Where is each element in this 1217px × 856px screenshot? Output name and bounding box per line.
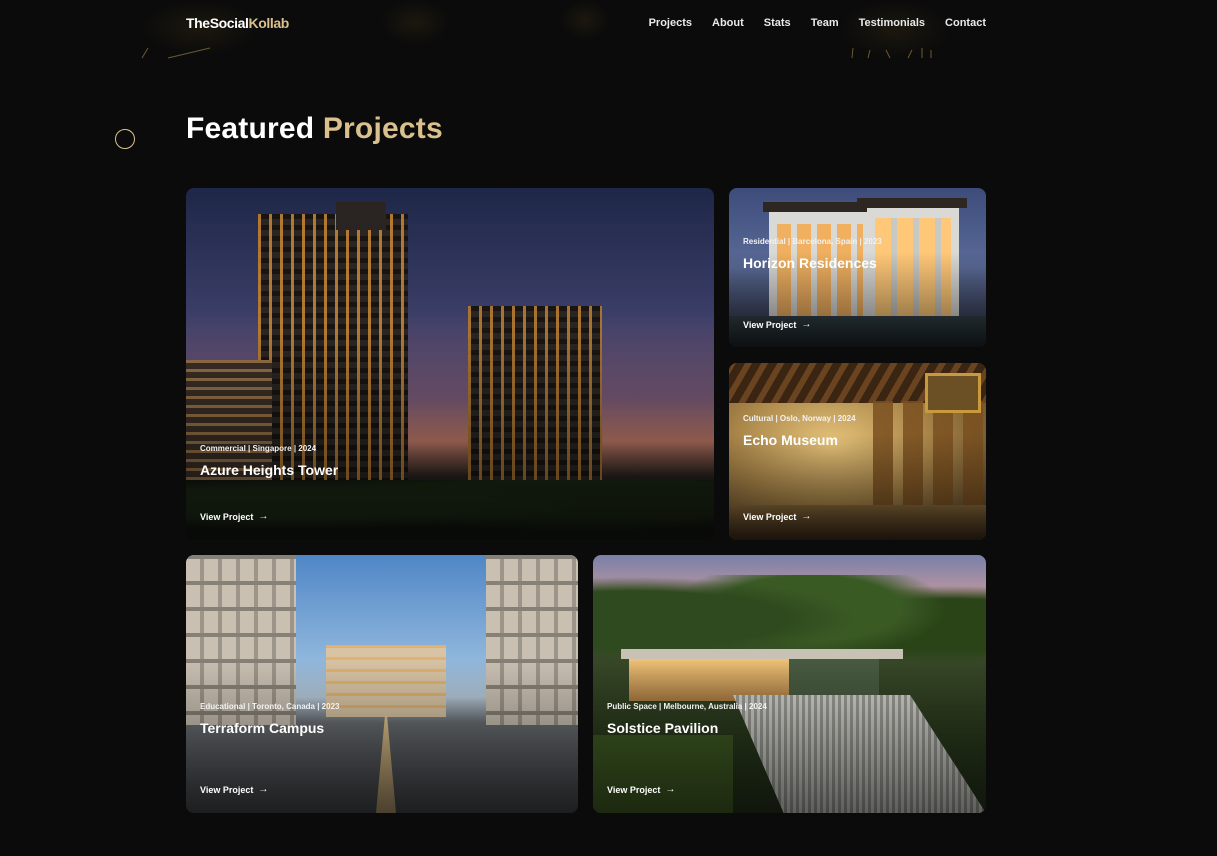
- nav-link-projects[interactable]: Projects: [649, 17, 692, 29]
- page: TheSocialKollab Projects About Stats Tea…: [0, 0, 1217, 856]
- view-project-link[interactable]: View Project →: [607, 784, 676, 796]
- project-title: Echo Museum: [743, 432, 838, 448]
- logo[interactable]: TheSocialKollab: [186, 15, 289, 31]
- project-title: Azure Heights Tower: [200, 462, 339, 478]
- project-title: Horizon Residences: [743, 255, 877, 271]
- view-project-label: View Project: [743, 512, 797, 522]
- view-project-link[interactable]: View Project →: [200, 511, 269, 523]
- arrow-right-icon: →: [801, 319, 812, 330]
- circle-outline-icon: [115, 129, 135, 149]
- image-overlay: [186, 555, 578, 813]
- project-card-azure-heights[interactable]: Commercial | Singapore | 2024 Azure Heig…: [186, 188, 714, 540]
- project-title: Solstice Pavilion: [607, 720, 719, 736]
- section-title-accent: Projects: [322, 112, 443, 145]
- view-project-link[interactable]: View Project →: [200, 784, 269, 796]
- project-card-solstice-pavilion[interactable]: Public Space | Melbourne, Australia | 20…: [593, 555, 986, 813]
- project-title: Terraform Campus: [200, 720, 325, 736]
- nav-link-contact[interactable]: Contact: [945, 17, 986, 29]
- project-card-terraform-campus[interactable]: Educational | Toronto, Canada | 2023 Ter…: [186, 555, 578, 813]
- image-overlay: [186, 188, 714, 540]
- view-project-label: View Project: [200, 785, 254, 795]
- project-card-echo-museum[interactable]: Cultural | Oslo, Norway | 2024 Echo Muse…: [729, 363, 986, 540]
- view-project-link[interactable]: View Project →: [743, 319, 812, 331]
- nav-link-about[interactable]: About: [712, 17, 744, 29]
- project-meta: Educational | Toronto, Canada | 2023: [200, 702, 340, 711]
- project-meta: Residential | Barcelona, Spain | 2023: [743, 237, 882, 246]
- arrow-right-icon: →: [258, 511, 269, 522]
- view-project-label: View Project: [743, 320, 797, 330]
- nav-link-stats[interactable]: Stats: [764, 17, 791, 29]
- view-project-link[interactable]: View Project →: [743, 511, 812, 523]
- image-overlay: [593, 555, 986, 813]
- arrow-right-icon: →: [665, 784, 676, 795]
- project-card-horizon-residences[interactable]: Residential | Barcelona, Spain | 2023 Ho…: [729, 188, 986, 347]
- section-title-main: Featured: [186, 112, 315, 145]
- project-meta: Cultural | Oslo, Norway | 2024: [743, 414, 856, 423]
- project-meta: Public Space | Melbourne, Australia | 20…: [607, 702, 767, 711]
- nav-links: Projects About Stats Team Testimonials C…: [649, 17, 986, 29]
- arrow-right-icon: →: [258, 784, 269, 795]
- logo-text-accent: Kollab: [248, 15, 290, 31]
- section-title: Featured Projects: [186, 112, 443, 146]
- project-meta: Commercial | Singapore | 2024: [200, 444, 317, 453]
- logo-text-main: TheSocial: [186, 15, 249, 31]
- nav-link-team[interactable]: Team: [811, 17, 839, 29]
- view-project-label: View Project: [200, 512, 254, 522]
- view-project-label: View Project: [607, 785, 661, 795]
- arrow-right-icon: →: [801, 511, 812, 522]
- top-navigation: TheSocialKollab Projects About Stats Tea…: [186, 14, 986, 32]
- nav-link-testimonials[interactable]: Testimonials: [859, 17, 925, 29]
